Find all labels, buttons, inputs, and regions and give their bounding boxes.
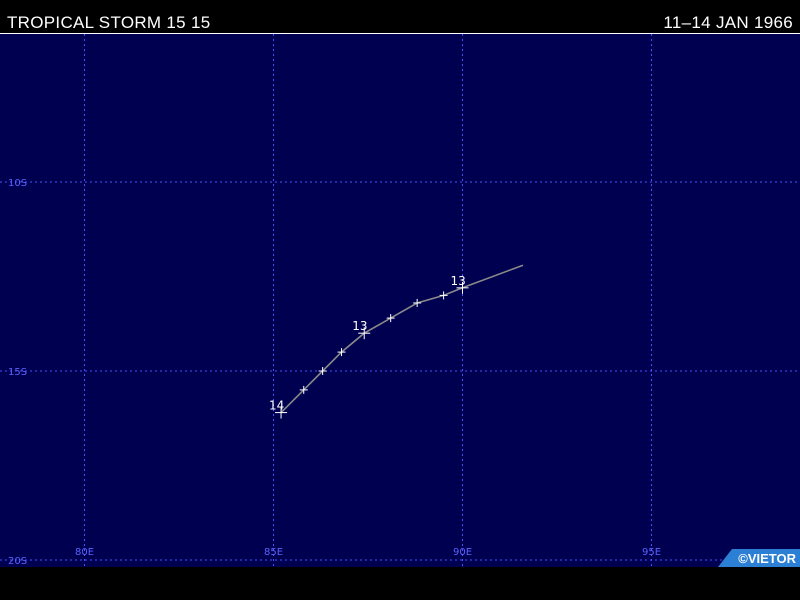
track-point-label: 13 (451, 274, 466, 288)
track-point-label: 14 (269, 399, 284, 413)
parallel-label: 15S (8, 367, 27, 378)
track-point-label: 13 (352, 319, 367, 333)
parallel-label: 10S (8, 178, 27, 189)
meridian-label: 85E (264, 547, 283, 558)
meridian-label: 80E (75, 547, 94, 558)
copyright-label: ©VIETOR (738, 551, 796, 566)
storm-track-map: TROPICAL STORM 15 15 11–14 JAN 1966 80E 8… (0, 0, 800, 600)
map-canvas: 80E 85E 90E 95E 10S 15S 20S 13 13 14 (0, 33, 800, 567)
map-background (0, 33, 800, 567)
meridian-label: 95E (642, 547, 661, 558)
parallel-label: 20S (8, 556, 27, 567)
meridian-label: 90E (453, 547, 472, 558)
